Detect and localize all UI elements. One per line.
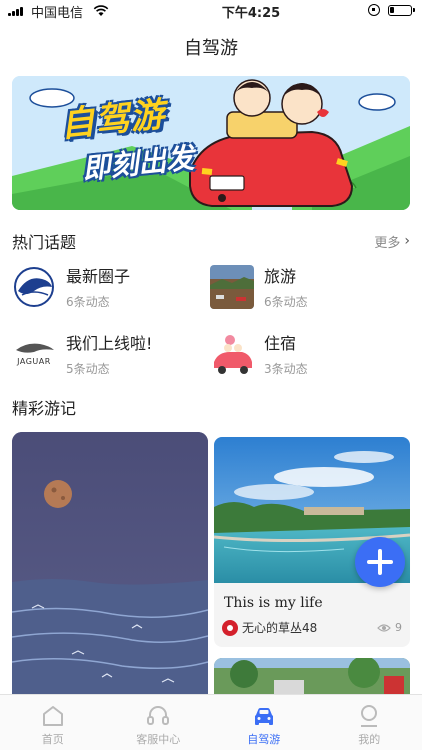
topic-count: 5条动态 [66,362,110,376]
topic-name: 旅游 [264,267,297,286]
tab-profile[interactable]: 我的 [317,695,422,750]
night-sea-illustration [12,432,208,694]
more-topics-link[interactable]: 更多 › [374,232,410,251]
card-author[interactable]: 无心的草丛48 [222,619,317,636]
car-icon [254,708,273,725]
plus-icon [367,549,393,575]
svg-text:JAGUAR: JAGUAR [16,357,51,366]
signal-icon [8,6,23,16]
travelogue-card-next[interactable] [214,658,410,694]
topic-name: 我们上线啦! [66,334,153,353]
tab-home[interactable]: 首页 [0,695,106,750]
hot-topics-header: 热门话题 更多 › [12,229,410,253]
travelogue-title: 精彩游记 [12,399,77,418]
topic-name: 住宿 [264,334,297,353]
more-label: 更多 [374,235,401,251]
travel-photo-icon [210,264,254,309]
topic-item-lodging[interactable]: 住宿 3条动态 [210,330,308,377]
carrier-label: 中国电信 [31,5,84,21]
battery-icon [388,4,415,16]
hot-topics-title: 热门话题 [12,233,77,252]
headset-icon [147,706,170,725]
chevron-right-icon: › [404,233,410,249]
author-name: 无心的草丛48 [242,621,318,635]
travelogue-card-night[interactable] [12,432,208,694]
cartoon-couple-car-icon [210,331,254,376]
orientation-lock-icon [368,4,380,16]
topic-count: 3条动态 [264,362,308,376]
eye-icon [377,623,391,632]
jaguar-logo-icon: JAGUAR [12,332,56,376]
page-title: 自驾游 [184,38,238,59]
tab-bar: 首页 客服中心 自驾游 我的 [0,694,422,750]
status-time: 下午4:25 [221,5,281,21]
tab-label: 我的 [358,733,381,746]
banner[interactable]: 自驾游 即刻出发 [12,76,410,210]
tab-service-center[interactable]: 客服中心 [106,695,212,750]
jaguar-circle-logo-icon [12,265,56,309]
tab-label: 自驾游 [247,733,281,746]
topic-item-latest-circle[interactable]: 最新圈子 6条动态 [12,263,130,310]
topic-count: 6条动态 [66,295,110,309]
add-post-button[interactable] [355,537,405,587]
topic-item-launch[interactable]: JAGUAR 我们上线啦! 5条动态 [12,330,152,377]
topic-count: 6条动态 [264,295,308,309]
wifi-icon [93,5,109,16]
card-views: 9 [377,621,402,634]
view-count: 9 [395,621,402,634]
garden-photo [214,658,410,694]
topic-item-travel[interactable]: 旅游 6条动态 [210,263,308,310]
travelogue-header: 精彩游记 [12,395,410,419]
card-caption: This is my life [224,595,323,611]
home-icon [42,706,63,726]
topic-name: 最新圈子 [66,267,131,286]
tab-label: 首页 [41,733,64,746]
user-icon [361,705,378,727]
avatar [222,619,238,636]
tab-label: 客服中心 [136,733,181,746]
status-bar: 中国电信 下午4:25 [0,0,422,22]
tab-self-drive[interactable]: 自驾游 [211,695,317,750]
